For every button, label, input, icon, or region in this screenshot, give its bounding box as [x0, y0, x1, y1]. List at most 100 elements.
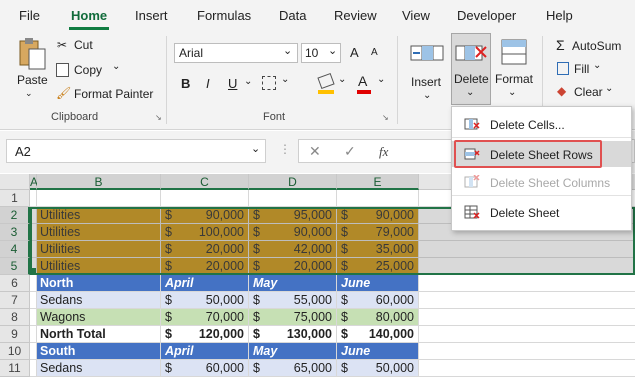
empty-cells[interactable] — [419, 241, 635, 258]
font-color-icon[interactable]: A — [358, 73, 367, 89]
paste-button[interactable]: Paste — [17, 73, 48, 87]
cell[interactable] — [30, 292, 37, 309]
borders-icon[interactable] — [262, 76, 276, 90]
cell[interactable] — [249, 190, 337, 207]
row-header-2[interactable]: 2 — [0, 207, 30, 224]
cell[interactable]: $100,000 — [161, 224, 249, 241]
cell[interactable]: $60,000 — [161, 360, 249, 377]
cell[interactable] — [161, 190, 249, 207]
cell[interactable]: North — [37, 275, 161, 292]
tab-formulas[interactable]: Formulas — [197, 8, 251, 23]
cell[interactable]: $20,000 — [161, 241, 249, 258]
cell[interactable]: North Total — [37, 326, 161, 343]
cell[interactable]: May — [249, 275, 337, 292]
cell[interactable] — [30, 241, 37, 258]
cell[interactable] — [30, 326, 37, 343]
empty-cells[interactable] — [419, 326, 635, 343]
underline-button[interactable]: U — [228, 76, 237, 91]
bold-button[interactable]: B — [181, 76, 190, 91]
cell[interactable]: $130,000 — [249, 326, 337, 343]
row-header-5[interactable]: 5 — [0, 258, 30, 275]
cell[interactable] — [30, 360, 37, 377]
autosum-icon[interactable]: Σ — [556, 37, 565, 53]
insert-chevron-icon[interactable]: ⌄ — [423, 90, 431, 101]
cell[interactable]: $42,000 — [249, 241, 337, 258]
cell[interactable]: $95,000 — [249, 207, 337, 224]
cell[interactable] — [30, 309, 37, 326]
cell[interactable]: Utilities — [37, 241, 161, 258]
col-header-a[interactable]: A — [30, 174, 38, 190]
cell[interactable]: $65,000 — [249, 360, 337, 377]
shrink-font-icon[interactable]: A — [371, 47, 378, 58]
fill-color-chevron-icon[interactable]: ⌄ — [338, 74, 346, 85]
cell[interactable]: $35,000 — [337, 241, 419, 258]
row-header-6[interactable]: 6 — [0, 275, 30, 292]
format-cells-icon[interactable] — [500, 38, 528, 68]
col-header-b[interactable]: B — [37, 174, 161, 190]
cell[interactable]: Sedans — [37, 360, 161, 377]
cell[interactable]: May — [249, 343, 337, 360]
empty-cells[interactable] — [419, 360, 635, 377]
tab-review[interactable]: Review — [334, 8, 377, 23]
empty-cells[interactable] — [419, 258, 635, 275]
empty-cells[interactable] — [419, 275, 635, 292]
tab-help[interactable]: Help — [546, 8, 573, 23]
cell[interactable]: $120,000 — [161, 326, 249, 343]
clear-button[interactable]: Clear — [574, 85, 603, 99]
row-header-1[interactable]: 1 — [0, 190, 30, 207]
cell[interactable] — [30, 224, 37, 241]
tab-data[interactable]: Data — [279, 8, 306, 23]
cell[interactable]: $20,000 — [161, 258, 249, 275]
cell[interactable]: $80,000 — [337, 309, 419, 326]
cell[interactable]: $55,000 — [249, 292, 337, 309]
cell[interactable]: $50,000 — [337, 360, 419, 377]
row-header-3[interactable]: 3 — [0, 224, 30, 241]
row-header-9[interactable]: 9 — [0, 326, 30, 343]
row-header-8[interactable]: 8 — [0, 309, 30, 326]
cell[interactable]: $70,000 — [161, 309, 249, 326]
cancel-icon[interactable]: ✕ — [309, 143, 321, 160]
cell[interactable] — [30, 207, 37, 224]
cell[interactable]: Sedans — [37, 292, 161, 309]
cell[interactable] — [337, 190, 419, 207]
cell[interactable]: $25,000 — [337, 258, 419, 275]
cell[interactable]: $20,000 — [249, 258, 337, 275]
font-size-select[interactable]: 10 ⌄ — [301, 43, 341, 63]
empty-cells[interactable] — [419, 343, 635, 360]
cell[interactable]: $50,000 — [161, 292, 249, 309]
insert-cells-icon[interactable] — [409, 38, 445, 68]
grow-font-icon[interactable]: A — [350, 45, 359, 60]
row-header-7[interactable]: 7 — [0, 292, 30, 309]
cell[interactable]: Utilities — [37, 224, 161, 241]
select-all-corner[interactable] — [0, 174, 30, 190]
cell[interactable]: April — [161, 343, 249, 360]
underline-chevron-icon[interactable]: ⌄ — [244, 76, 252, 87]
cell[interactable]: June — [337, 343, 419, 360]
clear-chevron-icon[interactable]: ⌄ — [605, 83, 613, 94]
cell[interactable]: $75,000 — [249, 309, 337, 326]
copy-icon[interactable] — [56, 63, 69, 77]
cell[interactable]: $140,000 — [337, 326, 419, 343]
cell[interactable]: South — [37, 343, 161, 360]
fill-chevron-icon[interactable]: ⌄ — [593, 60, 601, 71]
menu-item-delete-cells[interactable]: Delete Cells... — [452, 111, 631, 137]
paste-chevron-icon[interactable]: ⌄ — [25, 88, 33, 99]
clipboard-launcher-icon[interactable]: ↘ — [155, 113, 162, 122]
enter-icon[interactable]: ✓ — [344, 143, 356, 160]
empty-cells[interactable] — [419, 309, 635, 326]
tab-home[interactable]: Home — [71, 8, 107, 23]
font-launcher-icon[interactable]: ↘ — [382, 113, 389, 122]
fill-down-icon[interactable] — [557, 62, 569, 75]
tab-view[interactable]: View — [402, 8, 430, 23]
name-box[interactable]: A2 ⌄ — [6, 139, 266, 163]
tab-file[interactable]: File — [19, 8, 40, 23]
menu-item-delete-sheet[interactable]: Delete Sheet — [452, 199, 631, 225]
paste-icon[interactable] — [16, 37, 48, 73]
eraser-icon[interactable]: ◆ — [557, 84, 566, 98]
fill-handle[interactable] — [30, 268, 36, 274]
cell[interactable]: April — [161, 275, 249, 292]
format-painter-icon[interactable]: 🖌 — [56, 86, 71, 100]
borders-chevron-icon[interactable]: ⌄ — [281, 74, 289, 85]
row-header-4[interactable]: 4 — [0, 241, 30, 258]
empty-cells[interactable] — [419, 292, 635, 309]
